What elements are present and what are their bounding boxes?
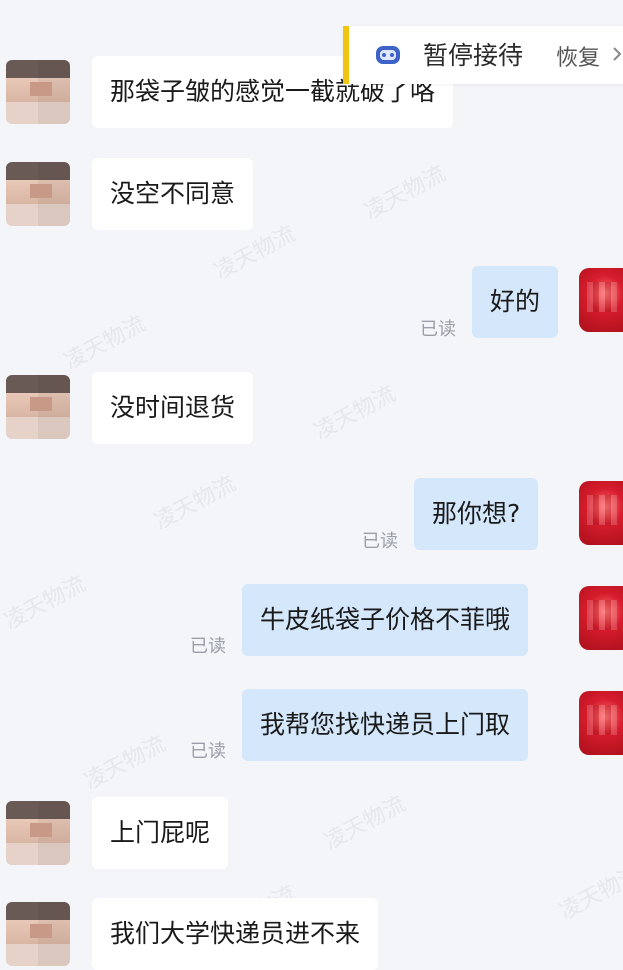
resume-button[interactable]: 恢复 [556,40,600,72]
message-bubble: 好的 [472,266,559,338]
watermark: 凌天物流 [310,381,400,445]
customer-avatar[interactable] [6,801,70,865]
pause-reception-label: 暂停接待 [423,41,524,70]
agent-avatar[interactable] [579,691,623,755]
message-bubble: 我们大学快递员进不来 [92,898,379,970]
status-accent [343,26,349,84]
customer-avatar[interactable] [6,375,70,439]
message-bubble: 我帮您找快递员上门取 [242,689,529,761]
read-status: 已读 [420,319,456,340]
customer-avatar[interactable] [6,902,70,966]
message-bubble: 那你想? [414,478,539,550]
agent-avatar[interactable] [579,481,623,545]
chevron-right-icon[interactable] [611,46,623,62]
watermark: 凌天物流 [360,161,450,225]
reception-status-bar: 暂停接待 恢复 [343,26,623,84]
customer-avatar[interactable] [6,60,70,124]
message-bubble: 没时间退货 [92,372,254,444]
watermark: 凌天物流 [320,791,410,855]
watermark: 凌天物流 [60,311,150,375]
read-status: 已读 [190,636,226,657]
watermark: 凌天物流 [150,471,240,535]
read-status: 已读 [362,531,398,552]
customer-avatar[interactable] [6,162,70,226]
robot-icon [376,46,400,64]
watermark: 凌天物流 [0,571,90,635]
agent-avatar[interactable] [579,268,623,332]
watermark: 凌天物流 [555,861,623,925]
message-bubble: 牛皮纸袋子价格不菲哦 [242,584,529,656]
agent-avatar[interactable] [579,586,623,650]
watermark: 凌天物流 [80,731,170,795]
message-bubble: 上门屁呢 [92,797,229,869]
message-bubble: 没空不同意 [92,158,254,230]
read-status: 已读 [190,741,226,762]
